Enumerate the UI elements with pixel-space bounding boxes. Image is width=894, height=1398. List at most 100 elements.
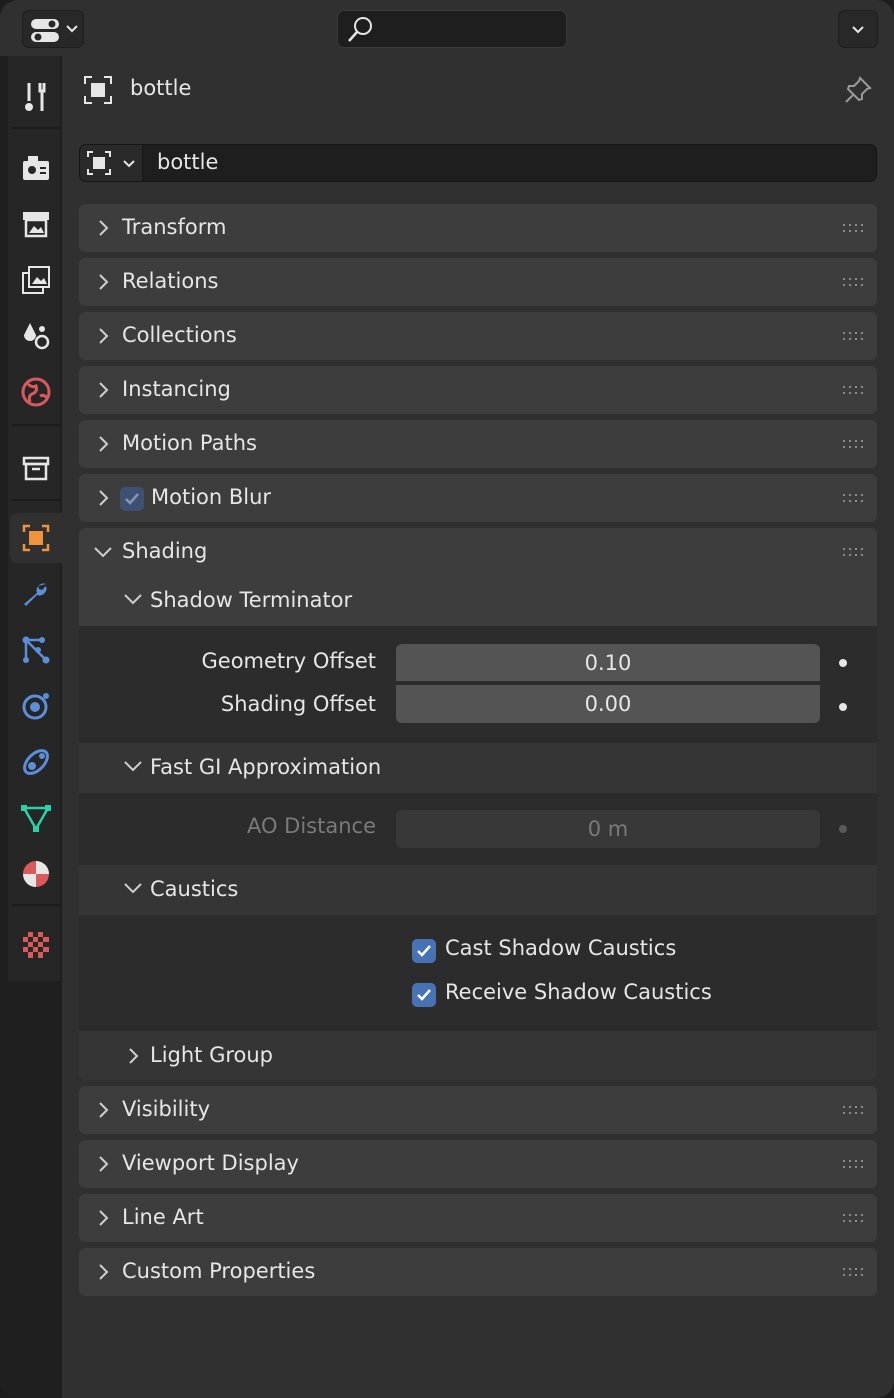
tab-output[interactable]: [10, 199, 62, 249]
pin-icon: [845, 76, 872, 103]
tab-tool[interactable]: [10, 72, 62, 122]
drag-handle-icon[interactable]: [843, 224, 865, 234]
chevron-right-icon: [99, 1102, 109, 1118]
texture-icon: [23, 932, 49, 958]
panel-label: Motion Paths: [122, 431, 257, 455]
drag-handle-icon[interactable]: [843, 386, 865, 396]
chevron-down-icon: [124, 761, 142, 772]
context-object-name: bottle: [130, 76, 192, 100]
tab-constraints[interactable]: [10, 737, 62, 787]
tab-render[interactable]: [10, 143, 62, 193]
geometry-offset-field[interactable]: 0.10: [396, 644, 820, 682]
tab-collection[interactable]: [10, 443, 62, 493]
object-name-input[interactable]: bottle: [157, 150, 218, 174]
shading-offset-label: Shading Offset: [220, 692, 376, 716]
panel-transform[interactable]: Transform: [79, 204, 877, 252]
drag-handle-icon[interactable]: [843, 278, 865, 288]
pin-button[interactable]: [842, 74, 874, 110]
tab-world[interactable]: [10, 367, 62, 417]
panel-collections[interactable]: Collections: [79, 312, 877, 360]
panel-line-art[interactable]: Line Art: [79, 1194, 877, 1242]
panel-label: Instancing: [122, 377, 231, 401]
data-icon: [21, 805, 51, 832]
tab-data[interactable]: [10, 793, 62, 843]
chevron-right-icon: [99, 382, 109, 398]
chevron-down-icon: [94, 547, 112, 558]
ao-distance-label: AO Distance: [246, 814, 376, 838]
panel-motion-paths[interactable]: Motion Paths: [79, 420, 877, 468]
shading-offset-field[interactable]: 0.00: [396, 685, 820, 723]
options-dropdown[interactable]: [838, 10, 878, 48]
drag-handle-icon[interactable]: [843, 1106, 865, 1116]
properties-editor: bottle bottle Transform Relations Collec…: [0, 0, 894, 1398]
drag-handle-icon[interactable]: [843, 1160, 865, 1170]
panel-motion-blur[interactable]: Motion Blur: [79, 474, 877, 522]
drag-handle-icon[interactable]: [843, 1268, 865, 1278]
panel-label: Custom Properties: [122, 1259, 316, 1283]
cast-shadow-caustics-checkbox[interactable]: [412, 939, 436, 963]
chevron-right-icon: [99, 328, 109, 344]
drag-handle-icon[interactable]: [843, 548, 865, 558]
material-icon: [23, 861, 49, 887]
particles-icon: [22, 636, 50, 664]
chevron-down-icon: [124, 883, 142, 894]
tab-modifier[interactable]: [10, 569, 62, 619]
scene-icon: [24, 323, 50, 350]
collection-icon: [22, 456, 50, 481]
physics-icon: [22, 693, 49, 720]
subpanel-light-group-header[interactable]: Light Group: [79, 1031, 877, 1080]
panel-shading-header[interactable]: Shading: [79, 528, 877, 576]
chevron-right-icon: [99, 1264, 109, 1280]
receive-shadow-caustics-checkbox[interactable]: [412, 983, 436, 1007]
panel-instancing[interactable]: Instancing: [79, 366, 877, 414]
view-layer-icon: [22, 266, 50, 294]
checkmark-icon: [417, 989, 431, 1001]
editor-header: [0, 0, 894, 56]
world-icon: [21, 377, 51, 407]
search-input[interactable]: [337, 10, 567, 48]
keyframe-dot[interactable]: [839, 703, 847, 711]
object-icon: [84, 76, 112, 104]
keyframe-dot[interactable]: [839, 825, 847, 833]
panel-custom-properties[interactable]: Custom Properties: [79, 1248, 877, 1296]
tab-particles[interactable]: [10, 625, 62, 675]
tool-icon: [25, 83, 46, 111]
chevron-right-icon: [99, 1210, 109, 1226]
cast-shadow-caustics-label[interactable]: Cast Shadow Caustics: [445, 936, 676, 960]
drag-handle-icon[interactable]: [843, 494, 865, 504]
panel-label: Relations: [122, 269, 219, 293]
subpanel-label: Light Group: [150, 1043, 274, 1067]
drag-handle-icon[interactable]: [843, 1214, 865, 1224]
object-browse-button[interactable]: [80, 145, 143, 181]
chevron-down-icon: [852, 26, 864, 34]
checkmark-icon: [125, 493, 139, 505]
drag-handle-icon[interactable]: [843, 440, 865, 450]
panel-viewport-display[interactable]: Viewport Display: [79, 1140, 877, 1188]
object-name-field: bottle: [79, 144, 877, 182]
panel-visibility[interactable]: Visibility: [79, 1086, 877, 1134]
tab-object[interactable]: [10, 513, 62, 563]
subpanel-caustics-header[interactable]: Caustics: [79, 865, 877, 915]
ao-distance-field[interactable]: 0 m: [396, 810, 820, 848]
keyframe-dot[interactable]: [839, 659, 847, 667]
motion-blur-checkbox[interactable]: [120, 487, 144, 511]
tab-separator: [12, 499, 60, 501]
editor-type-dropdown[interactable]: [22, 10, 84, 48]
tab-separator: [12, 904, 60, 906]
tab-physics[interactable]: [10, 681, 62, 731]
tab-view-layer[interactable]: [10, 255, 62, 305]
subpanel-label: Fast GI Approximation: [150, 755, 382, 779]
subpanel-fast-gi-header[interactable]: Fast GI Approximation: [79, 743, 877, 793]
tab-texture[interactable]: [10, 920, 62, 970]
object-icon: [87, 151, 135, 175]
receive-shadow-caustics-label[interactable]: Receive Shadow Caustics: [445, 980, 712, 1004]
panel-relations[interactable]: Relations: [79, 258, 877, 306]
output-icon: [23, 212, 49, 238]
panel-label: Shading: [122, 539, 208, 563]
tab-scene[interactable]: [10, 311, 62, 361]
modifier-icon: [24, 583, 47, 606]
subpanel-shadow-terminator-header[interactable]: Shadow Terminator: [79, 576, 877, 626]
drag-handle-icon[interactable]: [843, 332, 865, 342]
panel-label: Visibility: [122, 1097, 211, 1121]
tab-material[interactable]: [10, 849, 62, 899]
